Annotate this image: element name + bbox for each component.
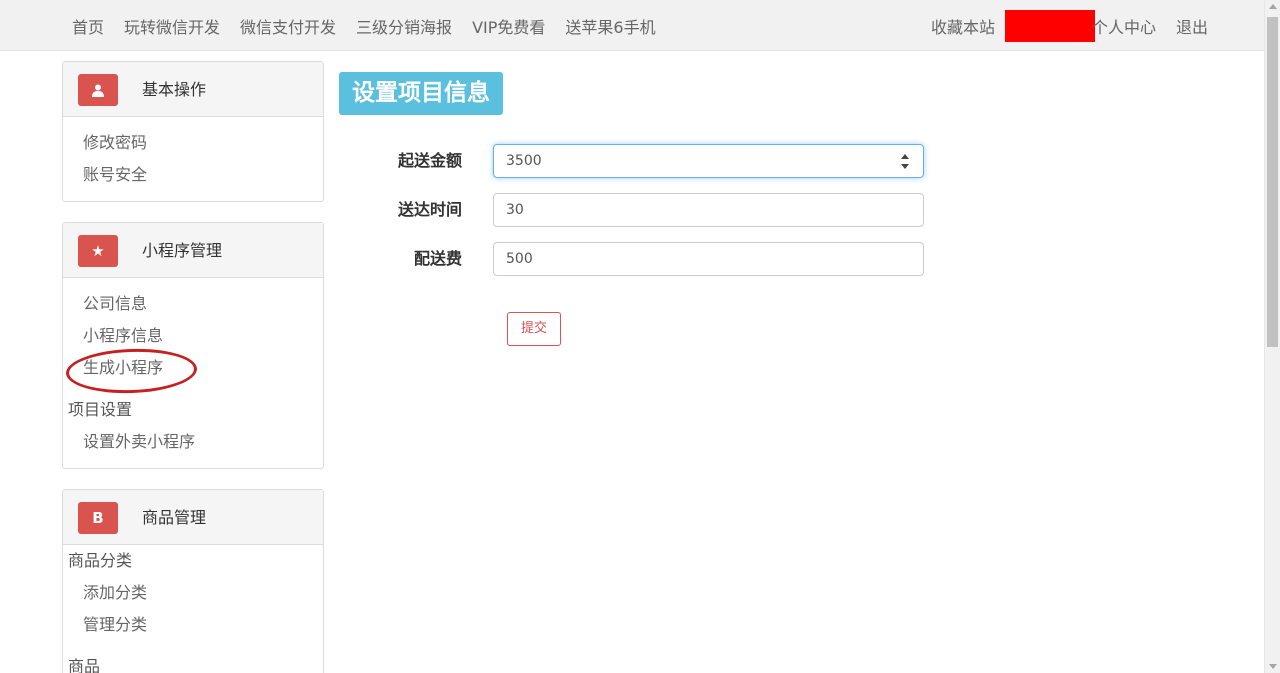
sidebar-item-company-info[interactable]: 公司信息 <box>63 288 323 320</box>
sidebar-group-goods: 商品 <box>68 657 101 673</box>
scroll-thumb[interactable] <box>1267 17 1278 347</box>
sidebar-item-add-category[interactable]: 添加分类 <box>63 577 323 609</box>
amount-label: 起送金额 <box>397 151 462 170</box>
fee-input[interactable]: 500 <box>493 242 924 276</box>
form-row-time: 送达时间 30 <box>340 193 930 227</box>
panel-body: 修改密码 账号安全 <box>63 117 323 203</box>
nav-favorite[interactable]: 收藏本站 <box>921 14 1005 38</box>
panel-body: 商品分类 添加分类 管理分类 商品 <box>63 545 323 673</box>
sidebar-item-mini-info[interactable]: 小程序信息 <box>63 320 323 352</box>
form-row-amount: 起送金额 3500 <box>340 144 930 178</box>
panel-title: 商品管理 <box>142 508 207 527</box>
sidebar-group-project-settings: 项目设置 <box>68 400 133 419</box>
amount-value: 3500 <box>506 153 542 169</box>
submit-button[interactable]: 提交 <box>507 312 561 346</box>
panel-title: 基本操作 <box>142 80 207 99</box>
panel-header: B 商品管理 <box>63 490 323 545</box>
spinner-up-icon[interactable] <box>901 154 909 159</box>
form-row-fee: 配送费 500 <box>340 242 930 276</box>
nav-profile[interactable]: 个人中心 <box>1092 14 1166 38</box>
page-title: 设置项目信息 <box>339 72 503 115</box>
star-icon: ★ <box>78 235 118 267</box>
nav-wechat-dev[interactable]: 玩转微信开发 <box>114 14 230 38</box>
sidebar-group-goods-category: 商品分类 <box>68 551 133 570</box>
panel-header: 基本操作 <box>63 62 323 117</box>
vertical-scrollbar[interactable] <box>1264 0 1280 673</box>
nav-links: 首页 玩转微信开发 微信支付开发 三级分销海报 VIP免费看 送苹果6手机 <box>62 0 666 51</box>
time-value: 30 <box>506 202 524 218</box>
nav-iphone[interactable]: 送苹果6手机 <box>555 14 665 38</box>
nav-wechat-pay[interactable]: 微信支付开发 <box>230 14 346 38</box>
user-icon <box>78 74 118 106</box>
nav-poster[interactable]: 三级分销海报 <box>346 14 462 38</box>
time-input[interactable]: 30 <box>493 193 924 227</box>
fee-value: 500 <box>506 251 533 267</box>
spinner-down-icon[interactable] <box>901 164 909 169</box>
panel-goods: B 商品管理 商品分类 添加分类 管理分类 商品 <box>62 489 324 673</box>
scroll-up-icon[interactable] <box>1269 4 1277 9</box>
panel-header: ★ 小程序管理 <box>63 223 323 278</box>
time-label: 送达时间 <box>397 200 462 219</box>
sidebar-item-account-security[interactable]: 账号安全 <box>63 159 323 191</box>
nav-logout[interactable]: 退出 <box>1166 14 1218 38</box>
bitcoin-icon: B <box>78 502 118 534</box>
number-spinner-icon[interactable] <box>901 154 909 170</box>
nav-user-links: 收藏本站 个人中心 退出 <box>921 0 1218 51</box>
panel-mini-program: ★ 小程序管理 公司信息 小程序信息 生成小程序 项目设置 设置外卖小程序 <box>62 222 324 469</box>
panel-basic-ops: 基本操作 修改密码 账号安全 <box>62 61 324 202</box>
fee-label: 配送费 <box>413 249 462 268</box>
panel-title: 小程序管理 <box>142 241 223 260</box>
sidebar-item-change-password[interactable]: 修改密码 <box>63 127 323 159</box>
nav-home[interactable]: 首页 <box>62 14 114 38</box>
redacted-username <box>1004 9 1095 42</box>
scroll-down-icon[interactable] <box>1269 664 1277 669</box>
top-navbar: 首页 玩转微信开发 微信支付开发 三级分销海报 VIP免费看 送苹果6手机 收藏… <box>0 0 1264 51</box>
sidebar-item-takeout-mini[interactable]: 设置外卖小程序 <box>63 426 323 458</box>
nav-vip[interactable]: VIP免费看 <box>462 14 555 38</box>
amount-input[interactable]: 3500 <box>493 144 924 178</box>
sidebar-item-manage-category[interactable]: 管理分类 <box>63 609 323 641</box>
